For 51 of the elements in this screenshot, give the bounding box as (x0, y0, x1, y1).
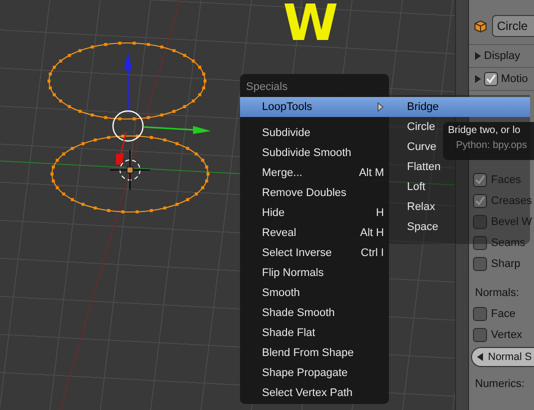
menu-item[interactable]: Loft (387, 177, 432, 197)
checkbox-label: Creases (491, 194, 532, 206)
keystroke-letter: W (283, 0, 338, 48)
menu-item[interactable]: Space (387, 217, 444, 237)
checkbox[interactable] (473, 214, 487, 228)
menu-item[interactable]: Smooth (240, 283, 389, 303)
tooltip-text: Bridge two, or lo (448, 125, 522, 136)
cube-icon (474, 20, 487, 32)
menu-item[interactable]: Shape Propagate (240, 363, 389, 383)
section-label: Normals: (474, 286, 520, 301)
menu-item[interactable]: Flip Normals (240, 263, 389, 283)
menu-item[interactable]: Shade Smooth (240, 303, 389, 323)
normal-size-field[interactable]: Normal S (471, 347, 534, 367)
menu-item[interactable]: Subdivide Smooth (240, 143, 389, 163)
tooltip-python: Python: bpy.ops (455, 140, 528, 151)
menu-item[interactable]: Flatten (387, 157, 447, 177)
3d-cursor-icon (110, 150, 150, 190)
checkbox[interactable] (473, 306, 487, 320)
expand-arrow-icon[interactable] (475, 75, 481, 83)
menu-item[interactable]: Blend From Shape (240, 343, 389, 363)
checkbox[interactable] (473, 172, 487, 186)
menu-item[interactable]: Subdivide (240, 123, 389, 143)
menu-item[interactable]: LoopTools (240, 97, 389, 117)
checkbox-label: Vertex (491, 328, 522, 340)
submenu-arrow-icon (377, 102, 384, 112)
menu-item[interactable]: Curve (387, 137, 442, 157)
panel-header[interactable]: Display (484, 50, 520, 62)
checkbox[interactable] (473, 194, 487, 208)
checkbox-label: Seams (491, 236, 526, 248)
menu-item[interactable]: Relax (387, 197, 442, 217)
section-label: Numerics: (474, 377, 526, 392)
menu-item[interactable]: Bridge (387, 97, 530, 117)
menu-item[interactable]: Circle (387, 117, 442, 137)
checkbox-label: Sharp (491, 258, 520, 270)
checkbox[interactable] (473, 236, 487, 250)
expand-arrow-icon[interactable] (475, 52, 481, 60)
menu-item[interactable]: Shade Flat (240, 323, 389, 343)
checkbox[interactable] (473, 256, 487, 270)
menu-item[interactable]: Select Inverse Ctrl I (240, 243, 389, 263)
menu-title: Specials (245, 80, 289, 94)
menu-item[interactable]: Select Vertex Path (240, 383, 389, 403)
checkbox[interactable] (473, 328, 487, 342)
menu-item[interactable]: Remove Doubles (240, 183, 389, 203)
menu-item[interactable]: Merge... Alt M (240, 163, 389, 183)
object-name-field[interactable]: Circle (492, 15, 534, 37)
checkbox[interactable] (484, 72, 498, 86)
panel-header[interactable]: Motio (501, 73, 528, 85)
menu-item[interactable]: Hide H (240, 203, 389, 223)
decrement-arrow-icon[interactable] (477, 353, 483, 361)
menu-item[interactable]: Reveal Alt H (240, 223, 389, 243)
checkbox-label: Face (491, 308, 516, 320)
